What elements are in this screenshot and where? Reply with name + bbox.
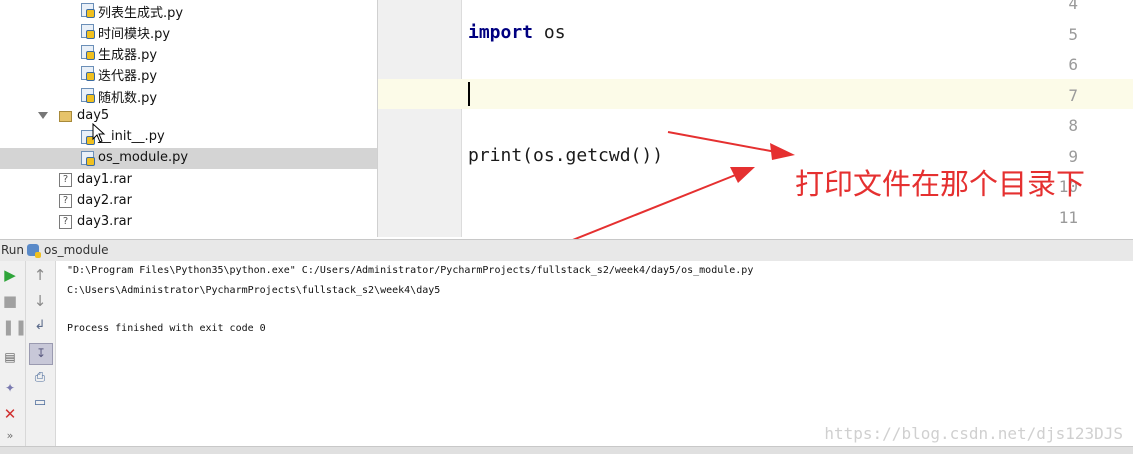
editor-gutter xyxy=(378,0,462,237)
code-line-5[interactable]: import os xyxy=(468,22,566,43)
folder-icon xyxy=(59,111,72,122)
unknown-file-icon: ? xyxy=(59,215,72,229)
tree-item-list-comprehension[interactable]: 列表生成式.py xyxy=(0,0,377,21)
line-number: 11 xyxy=(1058,208,1078,227)
annotation-text: 打印文件在那个目录下 xyxy=(795,167,1086,201)
tree-item-label: 生成器.py xyxy=(98,48,158,63)
line-number: 4 xyxy=(1068,0,1078,13)
tree-item-label: os_module.py xyxy=(98,150,189,165)
python-file-icon xyxy=(81,24,95,39)
soft-wrap-icon[interactable]: ↲ xyxy=(31,317,49,335)
run-toolbar-secondary: ↑ ↓ ↲ ↧ ⎙ ▭ xyxy=(26,261,56,446)
tree-item-label: day1.rar xyxy=(77,172,132,187)
scroll-to-end-icon[interactable]: ↧ xyxy=(29,343,53,365)
tree-item-day1-rar[interactable]: ? day1.rar xyxy=(0,170,377,191)
tree-item-generator[interactable]: 生成器.py xyxy=(0,42,377,63)
tree-item-time-module[interactable]: 时间模块.py xyxy=(0,21,377,42)
tree-item-label: 随机数.py xyxy=(98,91,158,106)
stop-icon[interactable]: ■ xyxy=(2,292,18,310)
run-icon[interactable]: ▶ xyxy=(2,266,18,284)
code-line-9[interactable]: print(os.getcwd()) xyxy=(468,145,663,166)
tree-item-iterator[interactable]: 迭代器.py xyxy=(0,63,377,84)
console-line: "D:\Program Files\Python35\python.exe" C… xyxy=(67,265,754,276)
console-line: Process finished with exit code 0 xyxy=(67,323,266,334)
unknown-file-icon: ? xyxy=(59,194,72,208)
python-file-icon xyxy=(81,151,95,166)
module-name: os xyxy=(533,22,566,43)
run-config-name[interactable]: os_module xyxy=(44,243,109,257)
tree-item-label: day2.rar xyxy=(77,193,132,208)
console-line: C:\Users\Administrator\PycharmProjects\f… xyxy=(67,285,441,296)
tree-item-label: __init__.py xyxy=(98,129,165,144)
tree-item-os-module[interactable]: os_module.py xyxy=(0,148,377,169)
tree-item-day2-rar[interactable]: ? day2.rar xyxy=(0,191,377,212)
run-toolbar-primary: ▶ ■ ❚❚ ▤ ✦ ✕ » xyxy=(0,261,27,446)
print-icon[interactable]: ⎙ xyxy=(31,369,49,387)
line-number: 7 xyxy=(1068,86,1078,105)
line-number: 5 xyxy=(1068,25,1078,44)
line-number: 8 xyxy=(1068,116,1078,135)
tree-item-label: 迭代器.py xyxy=(98,69,158,84)
expand-arrow-icon[interactable] xyxy=(38,112,48,119)
tree-item-label: 时间模块.py xyxy=(98,27,171,42)
tree-item-init[interactable]: __init__.py xyxy=(0,127,377,148)
python-run-config-icon xyxy=(27,244,41,258)
line-number: 6 xyxy=(1068,55,1078,74)
tree-folder-day5[interactable]: day5 xyxy=(0,106,377,127)
python-file-icon xyxy=(81,45,95,60)
tree-item-day3-rar[interactable]: ? day3.rar xyxy=(0,212,377,233)
current-line-highlight xyxy=(378,79,1133,109)
tree-item-label: 列表生成式.py xyxy=(98,6,184,21)
project-tree: 列表生成式.py 时间模块.py 生成器.py 迭代器.py 随机数.py da… xyxy=(0,0,378,237)
close-icon[interactable]: ✕ xyxy=(2,405,18,423)
layout-icon[interactable]: ▤ xyxy=(2,348,18,366)
text-caret xyxy=(468,82,470,106)
down-arrow-icon[interactable]: ↓ xyxy=(31,292,49,310)
python-file-icon xyxy=(81,66,95,81)
watermark: https://blog.csdn.net/djs123DJS xyxy=(824,424,1123,443)
up-arrow-icon[interactable]: ↑ xyxy=(31,266,49,284)
keyword-import: import xyxy=(468,22,534,43)
tree-item-label: day3.rar xyxy=(77,214,132,229)
unknown-file-icon: ? xyxy=(59,173,72,187)
run-panel-header: Run os_module xyxy=(0,239,1133,262)
tree-item-random[interactable]: 随机数.py xyxy=(0,85,377,106)
trash-icon[interactable]: ▭ xyxy=(31,394,49,412)
python-file-icon xyxy=(81,3,95,18)
pin-icon[interactable]: ✦ xyxy=(2,379,18,397)
tree-item-label: day5 xyxy=(77,108,110,123)
pause-icon[interactable]: ❚❚ xyxy=(2,318,27,336)
run-label: Run xyxy=(1,243,25,257)
mouse-cursor-icon xyxy=(92,123,106,143)
python-file-icon xyxy=(81,88,95,103)
more-icon[interactable]: » xyxy=(2,427,18,445)
